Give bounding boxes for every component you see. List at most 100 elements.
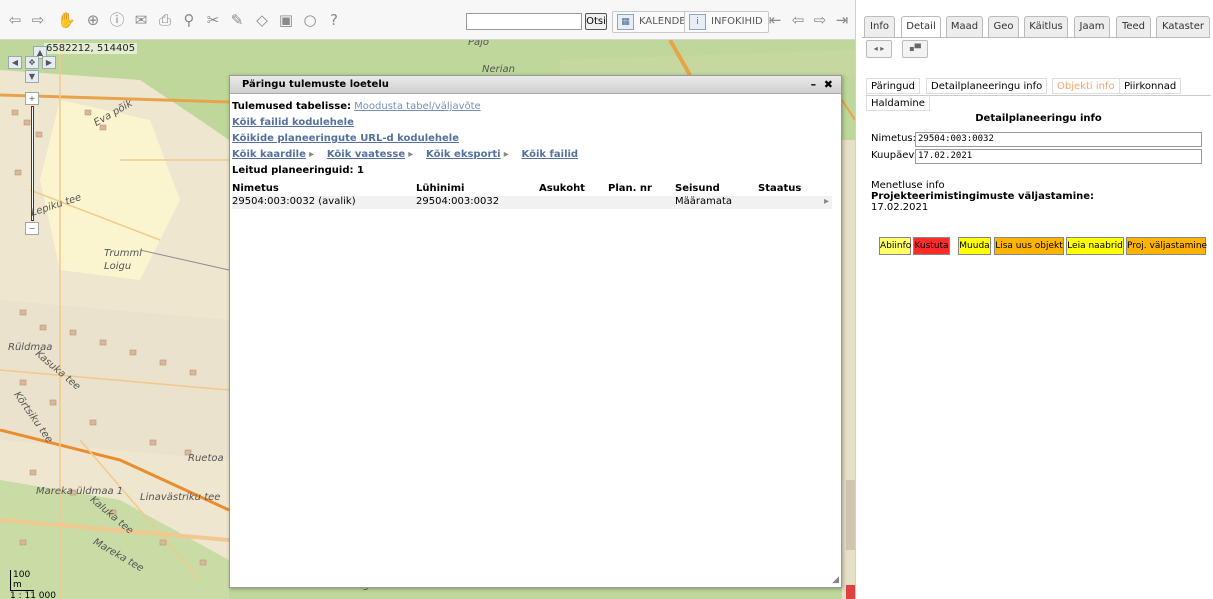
scale-unit: m (13, 580, 22, 590)
all-to-view-arrow-icon: ▸ (408, 149, 414, 160)
dialog-controls: – ✖ (811, 76, 833, 94)
export-table-link[interactable]: Moodusta tabel/väljavõte (354, 101, 481, 112)
zoom-out-button[interactable]: − (25, 222, 39, 235)
mail-icon[interactable]: ✉ (132, 11, 150, 29)
map-label: Nerian (482, 64, 515, 75)
tab-divider (862, 37, 1210, 38)
dialog-title: Päringu tulemuste loetelu (242, 79, 389, 90)
export-map-icon[interactable]: ▣ (277, 11, 295, 29)
eraser-icon[interactable]: ◇ (253, 11, 271, 29)
all-files-link[interactable]: Kõik failid (522, 149, 579, 160)
calendar-icon: ▦ (617, 14, 634, 30)
col-header-asukoht[interactable]: Asukoht (539, 183, 585, 194)
infokihid-label: INFOKIHID (711, 16, 763, 27)
zoom-search-icon[interactable]: ⊕ (84, 11, 102, 29)
dock-panel-icon[interactable]: ▪▀ (902, 40, 928, 58)
next-page-icon[interactable]: ⇨ (811, 11, 829, 29)
all-to-map-link[interactable]: Kõik kaardile (232, 149, 306, 160)
subnav-haldamine[interactable]: Haldamine (866, 95, 930, 111)
section-title: Detailplaneeringu info (975, 113, 1102, 124)
minimize-icon[interactable]: – (811, 78, 817, 91)
cell-seisund: Määramata (675, 196, 733, 207)
first-page-icon[interactable]: ⇤ (766, 11, 784, 29)
tab-kataster[interactable]: Kataster (1156, 16, 1210, 38)
map-label: Rüldmaa (8, 342, 53, 353)
side-panel: Info Detail Maad Geo Käitlus Jaam Teed K… (855, 0, 1213, 599)
col-header-seisund[interactable]: Seisund (675, 183, 720, 194)
info-icon[interactable]: ⓘ (108, 11, 126, 29)
tab-maad[interactable]: Maad (946, 16, 983, 38)
expand-collapse-icon[interactable]: ◂ ▸ (866, 40, 892, 58)
nimetus-field[interactable]: 29504:003:0032 (915, 132, 1202, 147)
map-label: Linavästriku tee (140, 492, 221, 503)
all-export-arrow-icon: ▸ (503, 149, 509, 160)
subnav-objekti-info[interactable]: Objekti info (1052, 78, 1120, 94)
hand-pan-icon[interactable]: ✋ (57, 11, 76, 29)
proj-conditions-label: Projekteerimistingimuste väljastamine: (871, 191, 1095, 202)
find-neighbours-button[interactable]: Leia naabrid (1066, 237, 1124, 255)
search-button[interactable]: Otsi (585, 13, 607, 30)
all-export-link[interactable]: Kõik eksporti (426, 149, 501, 160)
pan-left-icon[interactable]: ◀ (8, 56, 22, 69)
tab-detail[interactable]: Detail (901, 16, 941, 38)
last-page-icon[interactable]: ⇥ (833, 11, 851, 29)
tab-kaitlus[interactable]: Käitlus (1024, 16, 1068, 38)
pan-center-icon[interactable]: ✥ (25, 56, 39, 69)
tab-geo[interactable]: Geo (988, 16, 1019, 38)
zoom-slider[interactable] (31, 106, 34, 221)
edit-button[interactable]: Muuda (958, 237, 991, 255)
pan-right-icon[interactable]: ▶ (42, 56, 56, 69)
help-icon[interactable]: ? (325, 11, 343, 29)
all-urls-homepage-link[interactable]: Kõikide planeeringute URL-d kodulehele (232, 133, 459, 144)
all-to-view-link[interactable]: Kõik vaatesse (327, 149, 405, 160)
refresh-icon[interactable]: ○ (301, 11, 319, 29)
dialog-header[interactable]: Päringu tulemuste loetelu – ✖ (230, 76, 841, 94)
subnav-detailplaneeringu-info[interactable]: Detailplaneeringu info (926, 78, 1048, 94)
add-object-button[interactable]: Lisa uus objekt (994, 237, 1064, 255)
help-info-button[interactable]: Abiinfo (879, 237, 911, 255)
close-icon[interactable]: ✖ (824, 78, 833, 91)
zoom-in-button[interactable]: + (25, 92, 39, 105)
cell-luhinimi: 29504:003:0032 (416, 196, 500, 207)
tab-teed[interactable]: Teed (1116, 16, 1151, 38)
all-files-homepage-link[interactable]: Kõik failid kodulehele (232, 117, 354, 128)
proj-issue-button[interactable]: Proj. väljastamine (1126, 237, 1207, 255)
map-label: Mareka üldmaa 1 (36, 486, 124, 497)
export-row: Tulemused tabelisse: Moodusta tabel/välj… (232, 99, 841, 115)
scale-value: 100 (13, 570, 31, 580)
infokihid-button[interactable]: i INFOKIHID (684, 11, 769, 33)
kuupaev-field[interactable]: 17.02.2021 (915, 149, 1202, 164)
link-icon[interactable]: ⚲ (180, 11, 198, 29)
tab-jaam[interactable]: Jaam (1074, 16, 1110, 38)
all-to-map-arrow-icon: ▸ (309, 149, 315, 160)
resize-grip-icon[interactable]: ◢ (832, 575, 839, 585)
nimetus-label: Nimetus: (871, 133, 916, 144)
table-row[interactable]: 29504:003:0032 (avalik) 29504:003:0032 M… (232, 196, 832, 209)
subnav-piirkonnad[interactable]: Piirkonnad (1119, 78, 1182, 94)
row-expand-arrow-icon[interactable]: ▸ (824, 196, 829, 207)
col-header-staatus[interactable]: Staatus (758, 183, 801, 194)
subnav-paringud[interactable]: Päringud (866, 78, 920, 94)
kuupaev-label: Kuupäev: (871, 150, 918, 161)
tab-info[interactable]: Info (864, 16, 895, 38)
print-icon[interactable]: ⎙ (156, 11, 174, 29)
found-count: Leitud planeeringuid: 1 (232, 165, 364, 176)
coordinate-readout: 6582212, 514405 (44, 43, 138, 54)
measure-icon[interactable]: ✂ (204, 11, 222, 29)
map-label: Loigu (104, 261, 132, 272)
app-root: ⇦ ⇨ ✋ ⊕ ⓘ ✉ ⎙ ⚲ ✂ ✎ ◇ ▣ ○ ? Otsi ▦ KALEN… (0, 0, 1213, 599)
col-header-plan-nr[interactable]: Plan. nr (608, 183, 652, 194)
draw-icon[interactable]: ✎ (228, 11, 246, 29)
search-input[interactable] (466, 13, 582, 30)
pan-down-icon[interactable]: ▼ (25, 70, 39, 83)
prev-page-icon[interactable]: ⇦ (789, 11, 807, 29)
delete-button[interactable]: Kustuta (913, 237, 950, 255)
col-header-luhinimi[interactable]: Lühinimi (416, 183, 464, 194)
back-arrow-icon[interactable]: ⇦ (6, 11, 24, 29)
map-toolbar: ⇦ ⇨ ✋ ⊕ ⓘ ✉ ⎙ ⚲ ✂ ✎ ◇ ▣ ○ ? Otsi ▦ KALEN… (0, 0, 855, 40)
query-results-dialog: Päringu tulemuste loetelu – ✖ Tulemused … (229, 75, 842, 588)
proj-conditions-date: 17.02.2021 (871, 202, 929, 213)
col-header-nimetus[interactable]: Nimetus (232, 183, 279, 194)
cell-nimetus: 29504:003:0032 (avalik) (232, 196, 356, 207)
forward-arrow-icon[interactable]: ⇨ (29, 11, 47, 29)
